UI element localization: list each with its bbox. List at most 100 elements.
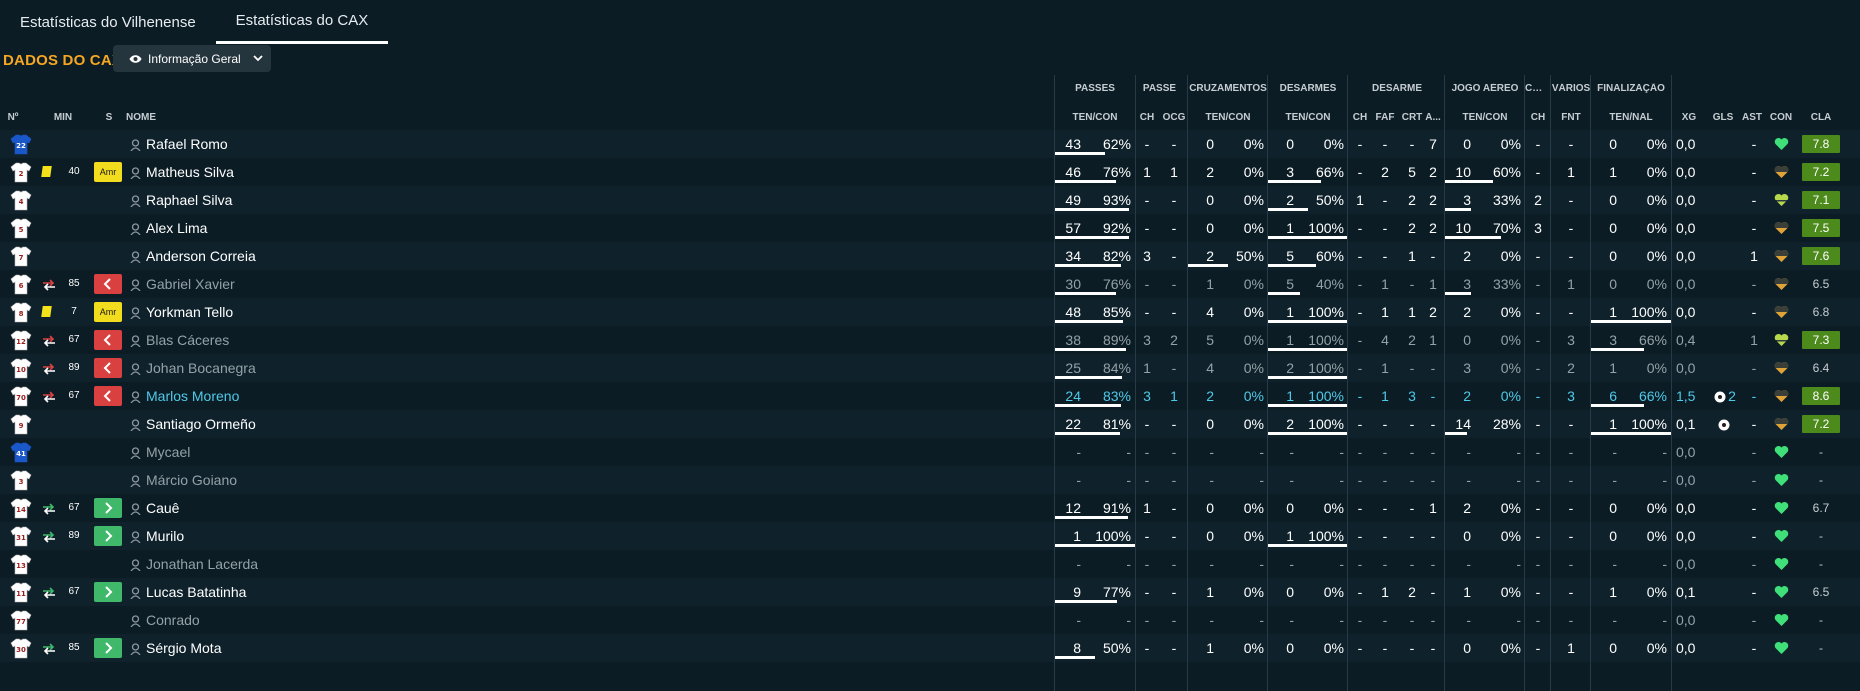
shots-bar <box>1591 432 1671 435</box>
table-row[interactable]: 9 Santiago Ormeño 22 81% - -0 0% 2 100% - - - -14 28%… <box>0 410 1860 438</box>
table-row[interactable]: 14 67 Cauê 12 91% 1-0 0% 0 0% - - -1 2 0% - -0 0% 0,0-6.7 <box>0 494 1860 522</box>
player-name[interactable]: Yorkman Tello <box>146 298 233 326</box>
tackles-pct: - <box>1339 472 1344 488</box>
aerial-bar <box>1445 292 1471 295</box>
player-name[interactable]: Blas Cáceres <box>146 326 229 354</box>
table-row[interactable]: 30 85 Sérgio Mota 8 50% - -1 0% 0 0% - - - -0 0% -1 0 0% 0… <box>0 634 1860 662</box>
svg-text:7: 7 <box>19 254 24 262</box>
table-row[interactable]: 12 67 Blas Cáceres 38 89% 3 2 5 0% 1 100% -4 2 1 0 0% -3… <box>0 326 1860 354</box>
col-header-ja-tc[interactable]: TEN/CON <box>1445 112 1525 123</box>
col-header-v-fnt[interactable]: FNT <box>1555 112 1587 123</box>
sub-out-badge[interactable] <box>94 330 122 350</box>
col-header-no[interactable]: Nº <box>0 112 26 123</box>
table-row[interactable]: 10 89 Johan Bocanegra 25 84% 1-4 0% 2 100% -1- -3 0… <box>0 354 1860 382</box>
col-header-d-faf[interactable]: FAF <box>1373 112 1397 123</box>
col-header-gls[interactable]: GLS <box>1710 112 1736 123</box>
col-header-nome[interactable]: NOME <box>126 112 166 123</box>
col-header-d-ch[interactable]: CH <box>1349 112 1371 123</box>
player-name[interactable]: Marlos Moreno <box>146 382 239 410</box>
shots-attempts: 0 <box>1609 248 1617 264</box>
shirt-number-icon: 2 <box>10 161 32 183</box>
svg-text:4: 4 <box>19 198 24 206</box>
def-ch: - <box>1357 612 1363 628</box>
table-row[interactable]: 31 89 Murilo 1 100% - -0 0% 1 100% - - - -0 0% - -0 0% 0,0… <box>0 522 1860 550</box>
chances-created: - <box>1171 444 1177 460</box>
player-name[interactable]: Santiago Ormeño <box>146 410 256 438</box>
col-header-f-tn[interactable]: TEN/NAL <box>1591 112 1671 123</box>
col-header-min[interactable]: MIN <box>48 112 78 123</box>
def-crt: - <box>1409 136 1415 152</box>
col-header-ast[interactable]: AST <box>1740 112 1764 123</box>
table-row[interactable]: 77 Conrado - - - - - - - - - - - - - - - - - -0,0- - <box>0 606 1860 634</box>
crosses-pct: 0% <box>1243 640 1264 656</box>
minute-value: 89 <box>68 362 80 373</box>
chances-created: 1 <box>1170 388 1178 404</box>
col-header-ps-tc[interactable]: TEN/CON <box>1055 112 1135 123</box>
crosses-pct: 0% <box>1243 500 1264 516</box>
sub-in-badge[interactable] <box>94 582 122 602</box>
fouls: - <box>1568 584 1574 600</box>
yellow-card-badge: Amr <box>94 162 122 182</box>
ca-ch: - <box>1535 304 1541 320</box>
player-name[interactable]: Johan Bocanegra <box>146 354 256 382</box>
col-header-cr-tc[interactable]: TEN/CON <box>1188 112 1268 123</box>
sub-in-badge[interactable] <box>94 498 122 518</box>
player-name[interactable]: Jonathan Lacerda <box>146 550 258 578</box>
col-header-ca-ch[interactable]: CH <box>1527 112 1549 123</box>
tab-cax-stats[interactable]: Estatísticas do CAX <box>215 0 389 44</box>
passes-attempts: - <box>1076 556 1081 572</box>
player-name[interactable]: Alex Lima <box>146 214 207 242</box>
passes-bar <box>1055 236 1129 239</box>
table-row[interactable]: 5 Alex Lima 57 92% - -0 0% 1 100% - -2 2 10 70% 3-0 0% 0… <box>0 214 1860 242</box>
table-row[interactable]: 6 85 Gabriel Xavier 30 76% - -1 0% 5 40% -1-1 3 33% -… <box>0 270 1860 298</box>
player-name[interactable]: Mycael <box>146 438 190 466</box>
aerial-attempts: 0 <box>1463 640 1471 656</box>
sub-in-badge[interactable] <box>94 526 122 546</box>
player-name[interactable]: Anderson Correia <box>146 242 256 270</box>
table-row[interactable]: 41 Mycael - - - - - - - - - - - - - - - - - -0,0- - <box>0 438 1860 466</box>
table-row[interactable]: 70 67 Marlos Moreno 24 83% 3 1 2 0% 1 100% -1 3-2 0% -… <box>0 382 1860 410</box>
col-header-d-a[interactable]: A... <box>1424 112 1442 123</box>
sub-out-badge[interactable] <box>94 274 122 294</box>
player-name[interactable]: Sérgio Mota <box>146 634 221 662</box>
yellow-card-icon <box>41 166 52 177</box>
view-selector-button[interactable]: Informação Geral <box>113 45 271 72</box>
col-header-d-crt[interactable]: CRT <box>1400 112 1424 123</box>
col-header-pe-ch[interactable]: CH <box>1137 112 1157 123</box>
sub-in-badge[interactable] <box>94 638 122 658</box>
table-row[interactable]: 8 7 Amr Yorkman Tello 48 85% - -4 0% 1 100% -1 1 2 2 0%… <box>0 298 1860 326</box>
def-a: - <box>1430 444 1436 460</box>
table-row[interactable]: 13 Jonathan Lacerda - - - - - - - - - - - - - - - - - -0,0-… <box>0 550 1860 578</box>
fouls: - <box>1568 500 1574 516</box>
tackles-attempts: 0 <box>1286 640 1294 656</box>
col-header-pe-ocg[interactable]: OCG <box>1162 112 1186 123</box>
tab-vilhenense-stats[interactable]: Estatísticas do Vilhenense <box>0 0 216 44</box>
player-name[interactable]: Márcio Goiano <box>146 466 237 494</box>
table-row[interactable]: 22 Rafael Romo 43 62% - -0 0% 0 0% - - -7 0 0% - -0 0% 0,… <box>0 130 1860 158</box>
table-row[interactable]: 3 Márcio Goiano - - - - - - - - - - - - - - - - - -0,0- - <box>0 466 1860 494</box>
player-name[interactable]: Raphael Silva <box>146 186 232 214</box>
aerial-pct: 0% <box>1500 388 1521 404</box>
table-row[interactable]: 4 Raphael Silva 49 93% - -0 0% 2 50% 1-2 2 3 33% 2-0 0… <box>0 186 1860 214</box>
player-name[interactable]: Rafael Romo <box>146 130 228 158</box>
player-name[interactable]: Cauê <box>146 494 179 522</box>
aerial-bar <box>1445 180 1493 183</box>
col-header-cla[interactable]: CLA <box>1802 112 1840 123</box>
passes-bar <box>1055 264 1121 267</box>
assists: 1 <box>1750 248 1758 264</box>
col-header-de-tc[interactable]: TEN/CON <box>1268 112 1348 123</box>
table-row[interactable]: 2 40 Amr Matheus Silva 46 76% 1 1 2 0% 3 66% -2 5 2 10 6… <box>0 158 1860 186</box>
player-name[interactable]: Lucas Batatinha <box>146 578 246 606</box>
player-name[interactable]: Murilo <box>146 522 184 550</box>
player-name[interactable]: Conrado <box>146 606 200 634</box>
table-row[interactable]: 7 Anderson Correia 34 82% 3-2 50% 5 60% - -1-2 0% -… <box>0 242 1860 270</box>
player-name[interactable]: Gabriel Xavier <box>146 270 235 298</box>
player-name[interactable]: Matheus Silva <box>146 158 234 186</box>
table-row[interactable]: 11 67 Lucas Batatinha 9 77% - -1 0% 0 0% -1 2-1 0% - -… <box>0 578 1860 606</box>
col-header-con[interactable]: CON <box>1767 112 1795 123</box>
sub-out-badge[interactable] <box>94 386 122 406</box>
xg-value: 0,4 <box>1676 332 1696 348</box>
col-header-s[interactable]: S <box>100 112 118 123</box>
sub-out-badge[interactable] <box>94 358 122 378</box>
col-header-xg[interactable]: XG <box>1678 112 1700 123</box>
